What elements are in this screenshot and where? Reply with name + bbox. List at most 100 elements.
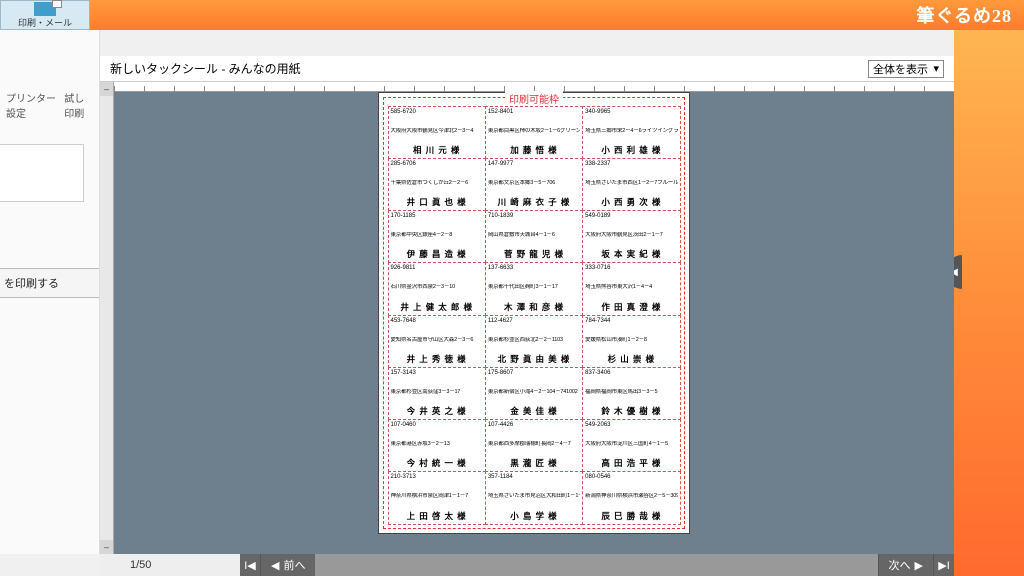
address-label: 357-1184埼玉県さいたま市見沼区大和田町1－1－4小 島 学 様 <box>485 471 583 524</box>
label-address: 福岡県福岡市東区馬出3－3－5 <box>585 389 677 395</box>
address-label: 585-6720大阪府大阪市鶴見区今津北2－3－4相 川 元 様 <box>388 106 486 159</box>
print-button[interactable]: を印刷する <box>0 268 99 298</box>
page-navigation: 1/50 I◀ ◀ 前へ 次へ ▶ ▶I <box>100 554 954 576</box>
label-address: 埼玉県さいたま市西区1－2－7フルール1606 <box>585 180 677 186</box>
address-label: 926-9811石川県金沢市西泉2－3－10井 上 健 太 郎 様 <box>388 262 486 315</box>
label-zip: 285-6706 <box>391 161 483 168</box>
nav-last-button[interactable]: ▶I <box>933 554 954 576</box>
label-address: 埼玉県熊谷市東大沢1－4－4 <box>585 284 677 290</box>
label-zip: 152-8401 <box>488 109 580 116</box>
label-address: 大阪府大阪市淀川区三国町4－1－5 <box>585 441 677 447</box>
preview-thumbnail <box>0 144 84 202</box>
scroll-up-icon[interactable]: – <box>100 82 113 96</box>
label-zip: 080-0546 <box>585 474 677 481</box>
label-name: 作 田 真 澄 様 <box>585 303 677 313</box>
test-print-link[interactable]: 試し印刷 <box>64 90 93 120</box>
print-mail-label: 印刷・メール <box>18 16 72 29</box>
right-accent <box>954 30 1024 576</box>
label-name: 杉 山 崇 様 <box>585 355 677 365</box>
address-label: 170-1185東京都中央区銀座4－2－8伊 藤 昌 造 様 <box>388 210 486 263</box>
label-address: 東京都杉並区南荻窪3－3－17 <box>391 389 483 395</box>
address-label: 453-7648愛知県名古屋市守山区大森2－3－6井 上 秀 徳 様 <box>388 315 486 368</box>
address-label: 157-3143 東京都杉並区南荻窪3－3－17 今 井 英 之 様 <box>388 367 486 420</box>
app-brand: 筆ぐるめ28 <box>916 2 1012 28</box>
address-label: 210-3713神奈川県横浜市泉区岡津1－1－7上 田 啓 太 様 <box>388 471 486 524</box>
label-zip: 175-8607 <box>488 370 580 377</box>
label-zip: 107-4426 <box>488 422 580 429</box>
nav-prev-button[interactable]: ◀ 前へ <box>260 554 315 576</box>
label-zip: 549-2063 <box>585 422 677 429</box>
address-label: 549-0189 大阪府大阪市鶴見区茨田2－1－7 坂 本 実 紀 様 <box>582 210 680 263</box>
document-header: 新しいタックシール - みんなの用紙 全体を表示 ▾ <box>100 56 954 82</box>
label-name: 小 島 学 様 <box>488 512 580 522</box>
page-indicator: 1/50 <box>100 554 240 576</box>
label-address: 東京都中央区銀座4－2－8 <box>391 232 483 238</box>
label-address: 東京都目黒区柿の木坂2－1－6グリーン801 <box>488 128 580 134</box>
label-address: 愛知県名古屋市守山区大森2－3－6 <box>391 337 483 343</box>
label-address: 東京都新宿区小滝4－2－104－741002 <box>488 389 580 395</box>
label-address: 大阪府大阪市鶴見区茨田2－1－7 <box>585 232 677 238</box>
label-address: 岡山県倉敷市天城台4－1－6 <box>488 232 580 238</box>
label-name: 今 井 英 之 様 <box>391 407 483 417</box>
printer-icon <box>34 2 56 16</box>
label-name: 伊 藤 昌 造 様 <box>391 250 483 260</box>
preview-area: – – 印刷可能枠 585-6720大阪府大阪市鶴見区今津北2－3－4相 川 元… <box>100 82 954 554</box>
label-zip: 112-4627 <box>488 318 580 325</box>
scroll-down-icon[interactable]: – <box>100 540 113 554</box>
label-address: 東京都西多摩郡瑞穂町長岡2－4－7 <box>488 441 580 447</box>
label-name: 金 美 佳 様 <box>488 407 580 417</box>
label-zip: 157-3143 <box>391 370 483 377</box>
label-zip: 147-9977 <box>488 161 580 168</box>
label-address: 埼玉県三郷市栄2－4－6ライツイングランド201 <box>585 128 677 134</box>
label-name: 川 崎 麻 衣 子 様 <box>488 198 580 208</box>
address-label: 147-9977東京都文京区本郷3－5－706川 崎 麻 衣 子 様 <box>485 158 583 211</box>
zoom-value: 全体を表示 <box>873 61 928 77</box>
label-address: 東京都杉並区西荻北2－2－1103 <box>488 337 580 343</box>
page: 印刷可能枠 585-6720大阪府大阪市鶴見区今津北2－3－4相 川 元 様15… <box>378 92 690 534</box>
label-zip: 137-6633 <box>488 265 580 272</box>
label-name: 坂 本 実 紀 様 <box>585 250 677 260</box>
address-label: 837-3406 福岡県福岡市東区馬出3－3－5 鈴 木 優 樹 様 <box>582 367 680 420</box>
label-name: 高 田 浩 平 様 <box>585 459 677 469</box>
preview-canvas: 印刷可能枠 585-6720大阪府大阪市鶴見区今津北2－3－4相 川 元 様15… <box>114 82 954 554</box>
printer-settings-link[interactable]: プリンター設定 <box>6 90 56 120</box>
nav-first-button[interactable]: I◀ <box>240 554 260 576</box>
label-zip: 585-6720 <box>391 109 483 116</box>
label-name: 井 上 健 太 郎 様 <box>391 303 483 313</box>
address-label: 175-8607 東京都新宿区小滝4－2－104－741002 金 美 佳 様 <box>485 367 583 420</box>
label-zip: 710-1839 <box>488 213 580 220</box>
label-name: 菅 野 龍 児 様 <box>488 250 580 260</box>
label-address: 千葉県佐倉市つくしが丘2－2－6 <box>391 180 483 186</box>
label-name: 井 上 秀 徳 様 <box>391 355 483 365</box>
zoom-select[interactable]: 全体を表示 ▾ <box>868 60 944 78</box>
address-label: 340-9965埼玉県三郷市栄2－4－6ライツイングランド201小 西 利 雄 … <box>582 106 680 159</box>
address-label: 549-2063 大阪府大阪市淀川区三国町4－1－5 高 田 浩 平 様 <box>582 419 680 472</box>
address-label: 080-0546新潟県神奈川県横浜市瀬谷区2－5－309辰 巳 勝 哉 様 <box>582 471 680 524</box>
address-label: 338-2337 埼玉県さいたま市西区1－2－7フルール1606 小 西 勇 次 様 <box>582 158 680 211</box>
label-name: 辰 巳 勝 哉 様 <box>585 512 677 522</box>
label-zip: 926-9811 <box>391 265 483 272</box>
vertical-scrollbar[interactable]: – – <box>100 82 114 554</box>
label-zip: 837-3406 <box>585 370 677 377</box>
label-name: 相 川 元 様 <box>391 146 483 156</box>
label-zip: 210-3713 <box>391 474 483 481</box>
nav-scrollbar[interactable] <box>315 554 877 576</box>
label-address: 愛媛県松山市湊町1－2－8 <box>585 337 677 343</box>
label-name: 小 西 勇 次 様 <box>585 198 677 208</box>
address-label: 333-0716埼玉県熊谷市東大沢1－4－4作 田 真 澄 様 <box>582 262 680 315</box>
label-zip: 549-0189 <box>585 213 677 220</box>
label-name: 井 口 眞 也 様 <box>391 198 483 208</box>
label-zip: 357-1184 <box>488 474 580 481</box>
print-mail-button[interactable]: 印刷・メール <box>0 0 90 30</box>
document-title: 新しいタックシール - みんなの用紙 <box>110 60 301 77</box>
label-name: 鈴 木 優 樹 様 <box>585 407 677 417</box>
address-label: 137-6633東京都千代田区麹町3－1－17木 澤 和 彦 様 <box>485 262 583 315</box>
address-label: 112-4627 東京都杉並区西荻北2－2－1103 北 野 眞 由 美 様 <box>485 315 583 368</box>
nav-next-button[interactable]: 次へ ▶ <box>878 554 933 576</box>
label-address: 東京都千代田区麹町3－1－17 <box>488 284 580 290</box>
address-label: 152-8401 東京都目黒区柿の木坂2－1－6グリーン801 加 藤 悟 様 <box>485 106 583 159</box>
label-name: 北 野 眞 由 美 様 <box>488 355 580 365</box>
print-frame-title: 印刷可能枠 <box>505 91 563 106</box>
label-name: 加 藤 悟 様 <box>488 146 580 156</box>
label-zip: 338-2337 <box>585 161 677 168</box>
